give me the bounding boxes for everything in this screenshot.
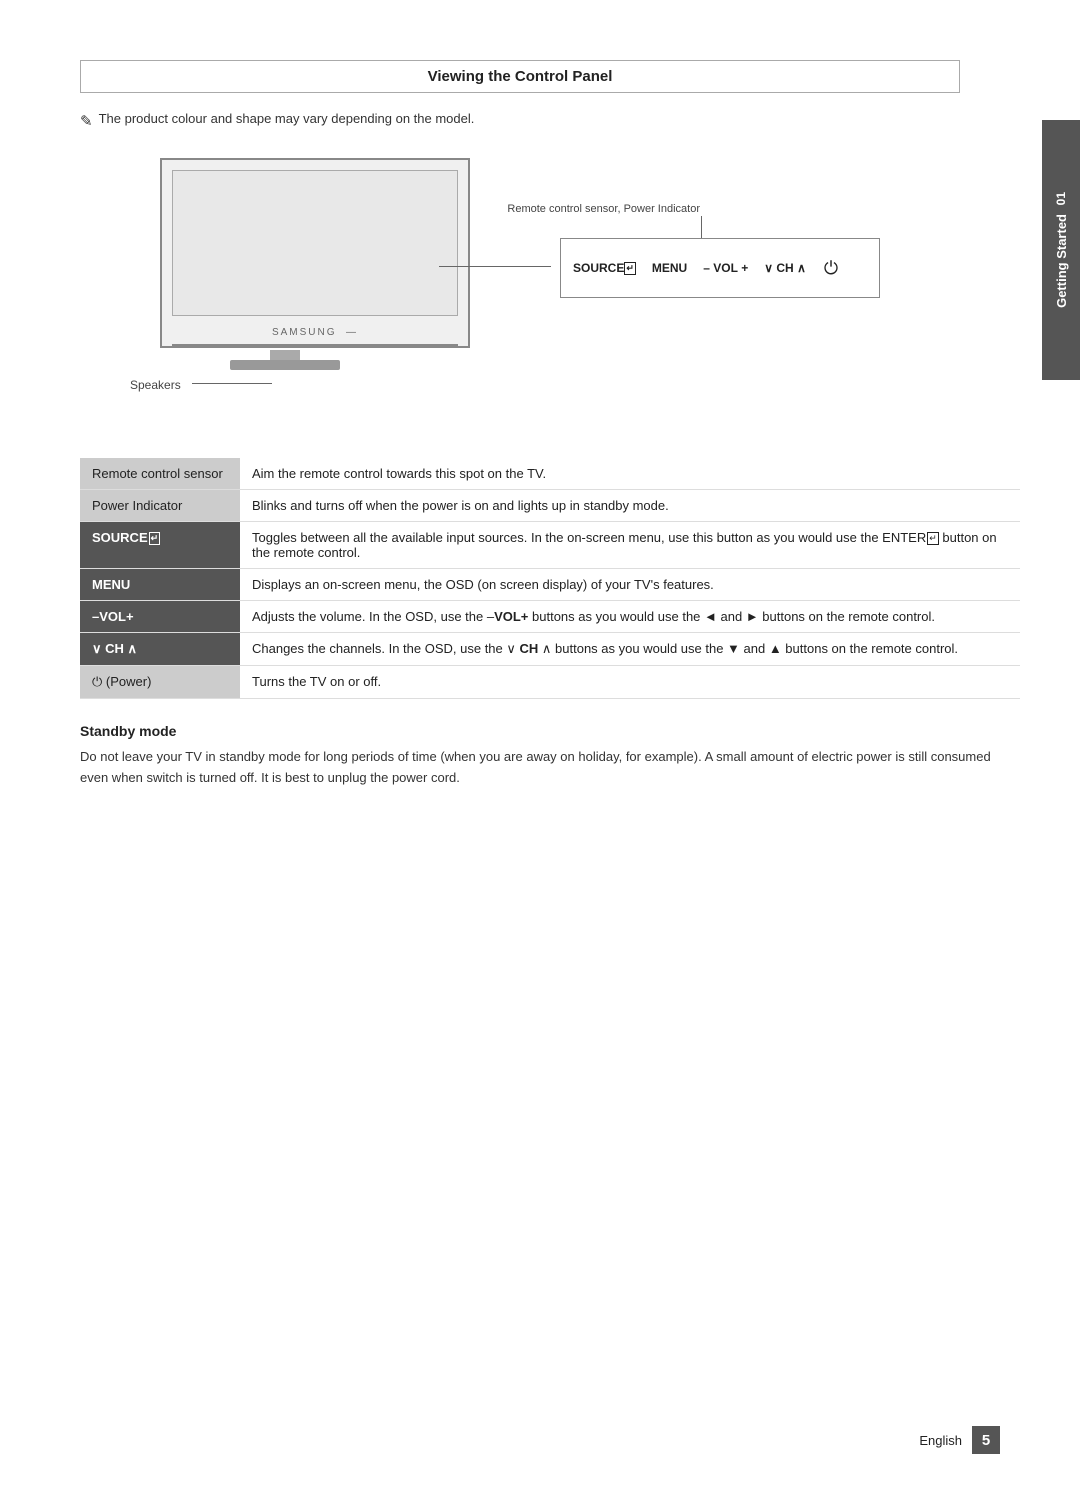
table-cell-desc: Displays an on-screen menu, the OSD (on …: [240, 569, 1020, 601]
page-number: 5: [972, 1426, 1000, 1454]
table-cell-label: MENU: [80, 569, 240, 601]
table-cell-label: –VOL+: [80, 601, 240, 633]
page-footer: English 5: [919, 1426, 1000, 1454]
table-cell-label: Remote control sensor: [80, 458, 240, 490]
table-row: ⏻ (Power) Turns the TV on or off.: [80, 666, 1020, 699]
control-table: Remote control sensor Aim the remote con…: [80, 458, 1020, 699]
section-title: Viewing the Control Panel: [80, 60, 960, 93]
table-row: Power Indicator Blinks and turns off whe…: [80, 490, 1020, 522]
callout-label: Remote control sensor, Power Indicator: [507, 203, 700, 215]
table-cell-label: ⏻ (Power): [80, 666, 240, 699]
table-cell-desc: Turns the TV on or off.: [240, 666, 1020, 699]
table-row: ∨ CH ∧ Changes the channels. In the OSD,…: [80, 633, 1020, 666]
footer-language: English: [919, 1433, 962, 1448]
note-icon: ✎: [80, 112, 93, 130]
page-container: 01 Getting Started Viewing the Control P…: [0, 0, 1080, 1494]
note-text: The product colour and shape may vary de…: [99, 111, 475, 126]
control-buttons-panel: SOURCE↵ MENU – VOL + ∨ CH ∧ ⏻: [560, 238, 880, 298]
menu-button-display: MENU: [652, 261, 687, 275]
tv-screen-inner: [172, 170, 458, 316]
table-cell-label: SOURCE↵: [80, 522, 240, 569]
table-row: SOURCE↵ Toggles between all the availabl…: [80, 522, 1020, 569]
vol-button-display: – VOL +: [703, 261, 748, 275]
standby-title: Standby mode: [80, 723, 1000, 739]
speaker-line: [192, 383, 272, 384]
tv-screen-outer: SAMSUNG —: [160, 158, 470, 348]
table-cell-label: Power Indicator: [80, 490, 240, 522]
table-cell-desc: Toggles between all the available input …: [240, 522, 1020, 569]
tv-diagram: SAMSUNG — Speakers Remote control sensor…: [100, 148, 880, 428]
tv-stand: [230, 350, 340, 378]
table-row: Remote control sensor Aim the remote con…: [80, 458, 1020, 490]
ch-button-display: ∨ CH ∧: [764, 261, 806, 275]
table-cell-desc: Changes the channels. In the OSD, use th…: [240, 633, 1020, 666]
power-button-display: ⏻: [824, 258, 838, 279]
sidebar-tab: 01 Getting Started: [1042, 120, 1080, 380]
tv-illustration: SAMSUNG —: [130, 158, 510, 378]
tv-brand-label: SAMSUNG —: [272, 327, 358, 338]
table-cell-desc: Adjusts the volume. In the OSD, use the …: [240, 601, 1020, 633]
tv-stand-base: [230, 360, 340, 370]
standby-text: Do not leave your TV in standby mode for…: [80, 747, 1000, 789]
table-cell-desc: Blinks and turns off when the power is o…: [240, 490, 1020, 522]
table-cell-desc: Aim the remote control towards this spot…: [240, 458, 1020, 490]
speakers-label: Speakers: [130, 378, 181, 392]
table-cell-label: ∨ CH ∧: [80, 633, 240, 666]
tv-bezel-bottom: [172, 344, 458, 346]
sidebar-label: Getting Started: [1054, 214, 1069, 308]
table-row: MENU Displays an on-screen menu, the OSD…: [80, 569, 1020, 601]
connector-line: [439, 266, 551, 267]
table-row: –VOL+ Adjusts the volume. In the OSD, us…: [80, 601, 1020, 633]
source-button-display: SOURCE↵: [573, 261, 636, 275]
sidebar-number: 01: [1054, 192, 1068, 205]
note-line: ✎ The product colour and shape may vary …: [80, 111, 1000, 130]
standby-section: Standby mode Do not leave your TV in sta…: [80, 723, 1000, 789]
